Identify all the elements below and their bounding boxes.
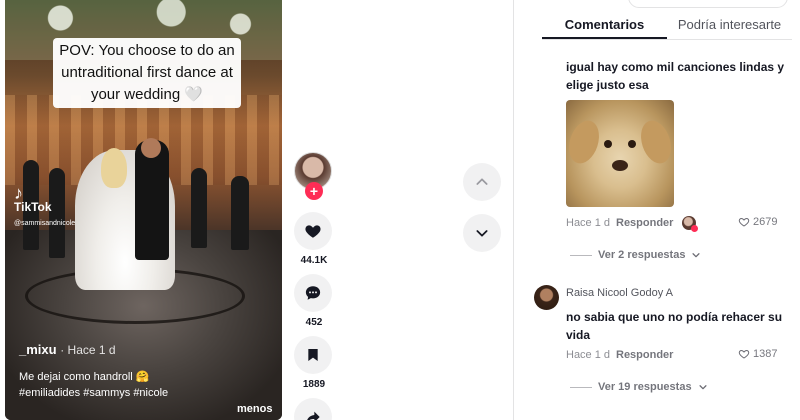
previous-video-button[interactable] [463,163,501,201]
view-replies-label[interactable]: Ver 19 respuestas [598,381,692,393]
video-description: Me dejai como handroll 🤗 #emiliadides #s… [19,369,219,401]
share-icon [307,411,320,420]
comment-text: igual hay como mil canciones lindas y el… [566,60,785,92]
video-player[interactable]: POV: You choose to do an untraditional f… [5,0,282,420]
follow-button[interactable]: + [305,182,323,200]
video-author[interactable]: _mixu · Hace 1 d [19,342,116,357]
comment-text: no sabia que uno no podía rehacer su vid… [566,310,783,342]
video-overlay-caption: POV: You choose to do an untraditional f… [53,38,241,108]
chevron-up-icon [476,178,488,185]
post-time: · Hace 1 d [60,343,116,357]
chevron-down-icon [476,230,488,237]
panel-tabs: Comentarios Podría interesarte [542,10,792,40]
tiktok-logo-icon: ♪ [14,183,23,203]
puppy-ear [566,116,605,168]
tab-comments[interactable]: Comentarios [542,10,667,39]
heart-outline-icon [738,349,750,359]
less-button[interactable]: menos [237,403,272,415]
reply-button[interactable]: Responder [616,349,673,361]
creator-liked-badge [691,225,698,232]
comment-like-count: 2679 [753,216,778,228]
reply-button[interactable]: Responder [616,217,673,229]
heart-outline-icon [738,217,750,227]
tiktok-watermark-brand: TikTok [14,200,52,214]
top-pill-control[interactable] [628,0,788,8]
save-count: 1889 [302,379,326,390]
guest-figure [231,176,249,250]
bride-hair [101,148,127,188]
view-replies-button[interactable]: Ver 2 respuestas [570,249,701,261]
replies-divider [570,254,592,256]
comment-time: Hace 1 d [566,349,611,361]
comment-like[interactable]: 1387 [738,348,777,360]
commenter-username[interactable]: Raisa Nicool Godoy A [566,287,673,299]
comment-like[interactable]: 2679 [738,216,777,228]
comment-count: 452 [305,317,323,328]
tiktok-watermark-handle: @sammisandnicole [14,220,76,227]
comment-like-count: 1387 [753,348,778,360]
like-count: 44.1K [300,255,328,266]
bookmark-icon [308,349,318,361]
comment-time: Hace 1 d [566,217,611,229]
tiktok-watermark: ♪ TikTok [14,183,52,214]
chevron-down-icon [699,385,707,390]
chevron-down-icon [692,253,700,258]
puppy-nose [612,160,628,171]
comment-image-puppy[interactable] [566,100,674,207]
tab-you-may-like[interactable]: Podría interesarte [667,10,792,39]
description-text: Me dejai como handroll 🤗 [19,371,150,383]
puppy-eye [628,140,636,148]
like-button[interactable] [294,212,332,250]
comment-button[interactable] [294,274,332,312]
commenter-avatar[interactable] [534,285,559,310]
replies-divider [570,386,592,388]
groom-figure [135,140,169,260]
guest-figure [191,168,207,248]
puppy-eye [604,140,612,148]
next-video-button[interactable] [463,214,501,252]
share-button[interactable] [294,398,332,420]
tiktok-video-page: POV: You choose to do an untraditional f… [0,0,800,420]
save-button[interactable] [294,336,332,374]
heart-icon [305,225,321,238]
creator-avatar[interactable]: + [294,152,334,200]
groom-head [141,138,161,158]
panel-divider [513,0,514,420]
view-replies-button[interactable]: Ver 19 respuestas [570,381,708,393]
puppy-ear [635,116,674,168]
description-hashtags[interactable]: #emiliadides #sammys #nicole [19,385,219,401]
author-name[interactable]: _mixu [19,342,57,357]
view-replies-label[interactable]: Ver 2 respuestas [598,249,685,261]
comment-icon [305,286,321,300]
